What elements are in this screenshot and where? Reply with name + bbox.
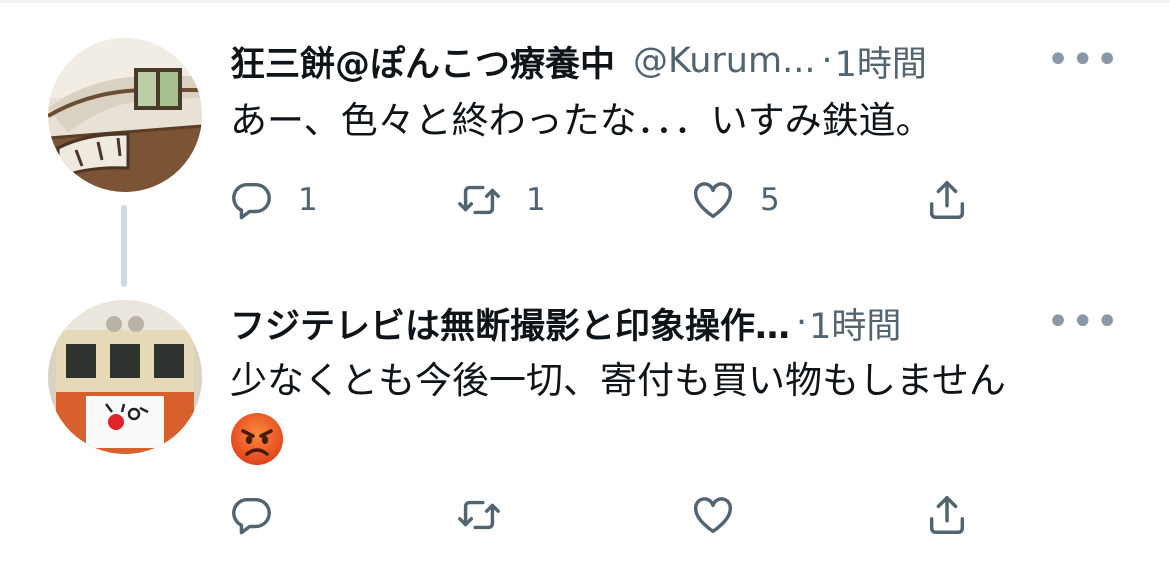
reply-button[interactable] <box>228 490 274 540</box>
share-button[interactable] <box>924 175 970 225</box>
reply-icon <box>232 182 271 220</box>
display-name[interactable]: 狂三餅@ぽんこつ療養中 <box>230 36 615 87</box>
reply-icon <box>232 497 271 535</box>
separator-dot: · <box>821 41 833 81</box>
like-button[interactable]: 5 <box>690 175 780 225</box>
retweet-button[interactable] <box>456 490 502 540</box>
more-icon[interactable]: ••• <box>1046 302 1120 342</box>
share-button[interactable] <box>924 490 970 540</box>
tweet[interactable]: 狂三餅@ぽんこつ療養中 @Kurum... · 1時間 ••• あー、色々と終わ… <box>0 0 1170 287</box>
reply-button[interactable]: 1 <box>228 175 318 225</box>
retweet-count: 1 <box>526 182 546 218</box>
share-icon <box>929 496 965 534</box>
retweet-icon <box>458 500 500 530</box>
tweet[interactable]: フジテレビは無断撮影と印象操作… · 1時間 ••• 少なくとも今後一切、寄付も… <box>0 262 1170 578</box>
display-name[interactable]: フジテレビは無断撮影と印象操作… <box>230 298 790 349</box>
user-handle[interactable]: @Kurum... <box>633 41 815 81</box>
avatar[interactable] <box>48 300 202 454</box>
like-button[interactable] <box>690 490 736 540</box>
action-bar: 1 1 5 <box>228 175 988 225</box>
tweet-header: 狂三餅@ぽんこつ療養中 @Kurum... · 1時間 ••• <box>230 36 1120 86</box>
like-count: 5 <box>760 182 780 218</box>
tweet-text: 少なくとも今後一切、寄付も買い物もしません <box>230 359 1006 402</box>
share-icon <box>929 181 965 219</box>
separator-dot: · <box>796 303 808 343</box>
avatar[interactable] <box>48 38 202 192</box>
retweet-button[interactable]: 1 <box>456 175 546 225</box>
heart-icon <box>694 497 732 534</box>
tweet-text: あー、色々と終わったな．．．いすみ鉄道。 <box>230 99 933 142</box>
more-icon[interactable]: ••• <box>1046 40 1120 80</box>
retweet-icon <box>458 185 500 215</box>
timestamp[interactable]: 1時間 <box>809 298 901 349</box>
tweet-header: フジテレビは無断撮影と印象操作… · 1時間 ••• <box>230 298 1120 348</box>
reply-count: 1 <box>298 182 318 218</box>
timestamp[interactable]: 1時間 <box>835 36 927 87</box>
angry-face-emoji <box>231 413 283 465</box>
heart-icon <box>694 182 732 219</box>
action-bar <box>228 490 988 540</box>
